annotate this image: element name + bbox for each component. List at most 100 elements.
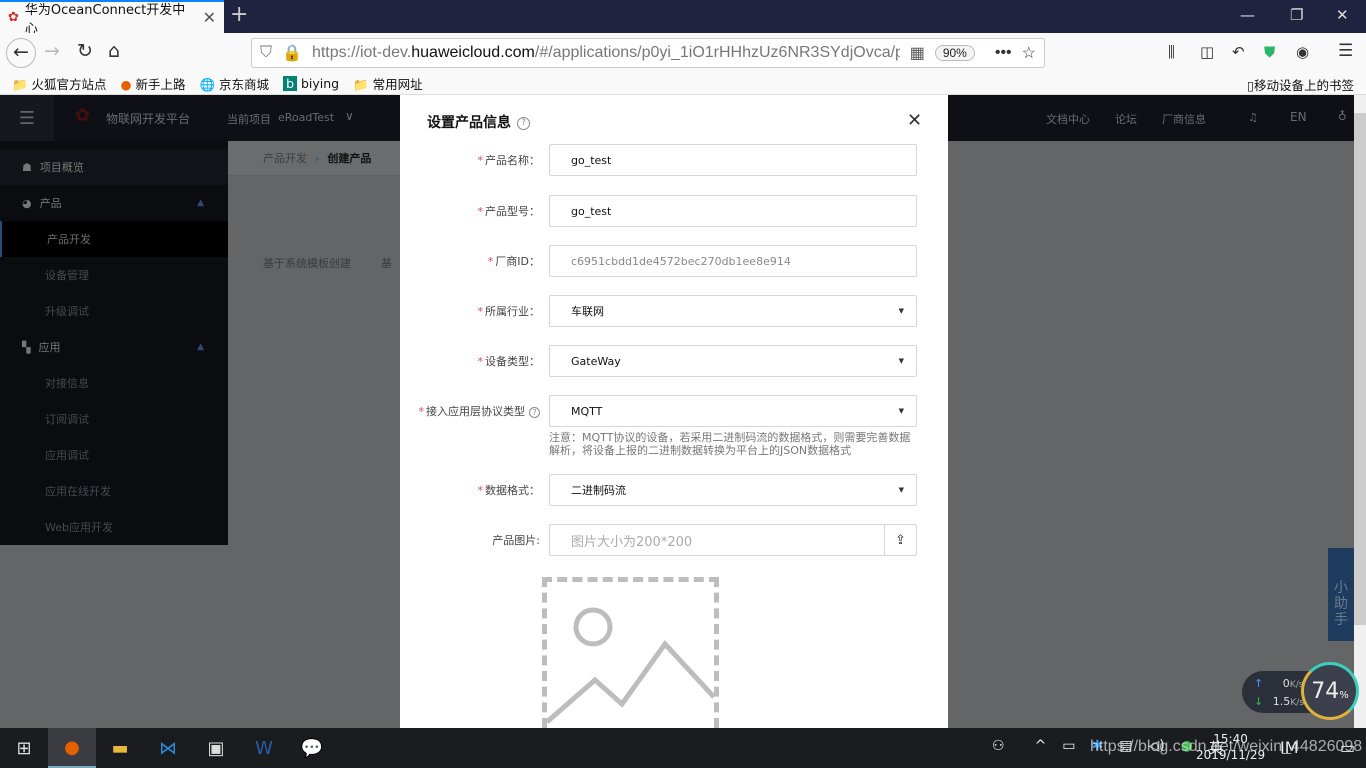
breadcrumb-parent[interactable]: 产品开发 xyxy=(263,150,307,166)
dropdown-arrow-icon: ▼ xyxy=(898,486,904,494)
bookmark-item[interactable]: ● 新手上路 xyxy=(121,74,186,93)
vscode-icon[interactable]: ⋈ xyxy=(144,728,192,768)
sidebar-item-label: 对接信息 xyxy=(45,377,89,390)
assistant-widget[interactable]: 小助手 xyxy=(1328,548,1354,641)
battery-icon[interactable]: ▭ xyxy=(1062,738,1075,758)
reload-button[interactable]: ↻ xyxy=(77,40,93,62)
sidebar-item-label: 项目概览 xyxy=(39,161,84,174)
sidebar-item-label: 设备管理 xyxy=(45,269,89,282)
help-icon[interactable]: ? xyxy=(529,406,540,418)
sidebar-item-product[interactable]: ◕ 产品 ▲ xyxy=(0,185,228,221)
library-icon[interactable]: ⫼ xyxy=(1168,43,1175,61)
bookmark-star-icon[interactable]: ☆ xyxy=(1022,43,1036,63)
sidebar-item-online-dev[interactable]: 应用在线开发 xyxy=(0,473,228,509)
bookmark-label: 新手上路 xyxy=(135,76,186,92)
breadcrumb: 产品开发 › 创建产品 xyxy=(228,141,400,176)
sidebar-icon[interactable]: ◫ xyxy=(1200,43,1214,61)
field-value: go_test xyxy=(571,153,612,167)
word-icon[interactable]: W xyxy=(240,728,288,768)
browser-tab[interactable]: ✿ 华为OceanConnect开发中心 ✕ xyxy=(0,0,224,37)
field-value: MQTT xyxy=(571,404,603,418)
nav-vendor[interactable]: 厂商信息 xyxy=(1162,111,1206,127)
product-info-dialog: 设置产品信息? ✕ * 产品名称： go_test * 产品型号： go_test … xyxy=(400,95,948,728)
product-image-input[interactable]: 图片大小为200*200 ⇪ xyxy=(549,524,917,556)
sidebar-item-upgrade[interactable]: 升级调试 xyxy=(0,293,228,329)
restore-button[interactable]: ❐ xyxy=(1290,6,1303,24)
account-icon[interactable]: ◉ xyxy=(1296,43,1309,61)
minimize-button[interactable]: — xyxy=(1240,6,1255,24)
new-tab-button[interactable]: + xyxy=(230,2,248,27)
help-icon[interactable]: ? xyxy=(517,116,530,130)
sidebar-item-overview[interactable]: ☗ 项目概览 xyxy=(0,149,228,185)
url-prefix: https://iot-dev. xyxy=(311,44,412,61)
device-type-select[interactable]: GateWay ▼ xyxy=(549,345,917,377)
sidebar-item-product-dev[interactable]: 产品开发 xyxy=(0,221,228,257)
sidebar-item-web-dev[interactable]: Web应用开发 xyxy=(0,509,228,545)
mobile-bookmarks[interactable]: ▯移动设备上的书签 xyxy=(1247,75,1354,94)
dropdown-arrow-icon: ▼ xyxy=(898,357,904,365)
product-icon: ◕ xyxy=(22,196,32,210)
nav-forum[interactable]: 论坛 xyxy=(1115,111,1137,127)
scrollbar-thumb[interactable] xyxy=(1354,113,1366,625)
sidebar-item-subscribe[interactable]: 订阅调试 xyxy=(0,401,228,437)
industry-select[interactable]: 车联网 ▼ xyxy=(549,295,917,327)
language-toggle[interactable]: EN xyxy=(1290,110,1307,124)
tab-system-template[interactable]: 基于系统模板创建 xyxy=(263,257,351,270)
close-window-button[interactable]: ✕ xyxy=(1336,6,1349,24)
product-model-input[interactable]: go_test xyxy=(549,195,917,227)
download-arrow-icon: ↓ xyxy=(1254,695,1264,708)
bell-icon[interactable]: ♫ xyxy=(1248,111,1258,124)
zoom-level[interactable]: 90% xyxy=(934,45,975,61)
bookmark-item[interactable]: 📁 常用网址 xyxy=(353,74,423,93)
url-bar[interactable]: ⛉ 🔒 https://iot-dev.huaweicloud.com/#/ap… xyxy=(251,38,1045,68)
memory-gauge[interactable]: 74% xyxy=(1301,662,1359,720)
sidebar-item-integration[interactable]: 对接信息 xyxy=(0,365,228,401)
wechat-icon[interactable]: 💬 xyxy=(288,728,336,768)
bookmark-label: 火狐官方站点 xyxy=(31,76,107,92)
bookmark-label: 京东商城 xyxy=(219,76,270,92)
sidebar-item-label: 产品开发 xyxy=(47,233,91,246)
data-format-select[interactable]: 二进制码流 ▼ xyxy=(549,474,917,506)
bookmark-item[interactable]: 🌐 京东商城 xyxy=(199,74,269,93)
upload-icon[interactable]: ⇪ xyxy=(884,525,916,555)
project-selector[interactable]: eRoadTest xyxy=(278,111,334,124)
url-host: huaweicloud.com xyxy=(411,44,535,61)
tab-other[interactable]: 基 xyxy=(381,257,392,270)
chevron-down-icon[interactable]: ∨ xyxy=(345,109,354,123)
extension-icon[interactable]: ⛊ xyxy=(1264,43,1275,61)
breadcrumb-current: 创建产品 xyxy=(327,152,372,165)
more-actions-icon[interactable]: ••• xyxy=(995,44,1012,62)
dropdown-arrow-icon: ▼ xyxy=(898,407,904,415)
product-name-input[interactable]: go_test xyxy=(549,144,917,176)
show-hidden-icon[interactable]: ^ xyxy=(1035,738,1047,758)
grid-icon: ▚ xyxy=(22,340,31,354)
bookmark-item[interactable]: b biying xyxy=(283,75,339,91)
forward-button[interactable]: → xyxy=(44,40,60,62)
user-icon[interactable]: ♁ xyxy=(1338,109,1347,123)
home-button[interactable]: ⌂ xyxy=(108,40,120,62)
sidebar-item-device-mgmt[interactable]: 设备管理 xyxy=(0,257,228,293)
bookmark-item[interactable]: 📁 火狐官方站点 xyxy=(12,74,107,93)
qr-code-icon[interactable]: ▦ xyxy=(910,43,925,63)
file-explorer-icon[interactable]: ▬ xyxy=(96,728,144,768)
firefox-taskbar-icon[interactable]: ● xyxy=(48,728,96,768)
sidebar-item-app[interactable]: ▚ 应用 ▲ xyxy=(0,329,228,365)
back-button[interactable]: ← xyxy=(6,38,36,68)
device-type-label: * 设备类型： xyxy=(477,355,541,368)
project-label: 当前项目 xyxy=(227,113,271,126)
people-icon[interactable]: ⚇ xyxy=(992,738,1005,758)
terminal-icon[interactable]: ▣ xyxy=(192,728,240,768)
gauge-unit: % xyxy=(1339,689,1349,701)
hamburger-icon[interactable]: ☰ xyxy=(0,95,54,141)
lock-icon: 🔒 xyxy=(282,45,302,62)
close-icon[interactable]: ✕ xyxy=(907,110,922,131)
nav-docs[interactable]: 文档中心 xyxy=(1046,111,1090,127)
vendor-id-input[interactable]: c6951cbdd1de4572bec270db1ee8e914 xyxy=(549,245,917,277)
protocol-select[interactable]: MQTT ▼ xyxy=(549,395,917,427)
close-tab-icon[interactable]: ✕ xyxy=(203,8,216,27)
windows-start-icon[interactable]: ⊞ xyxy=(0,728,48,768)
menu-icon[interactable]: ☰ xyxy=(1338,41,1353,61)
sidebar-item-label: 升级调试 xyxy=(45,305,89,318)
sidebar-item-app-debug[interactable]: 应用调试 xyxy=(0,437,228,473)
undo-icon[interactable]: ↶ xyxy=(1232,43,1245,61)
